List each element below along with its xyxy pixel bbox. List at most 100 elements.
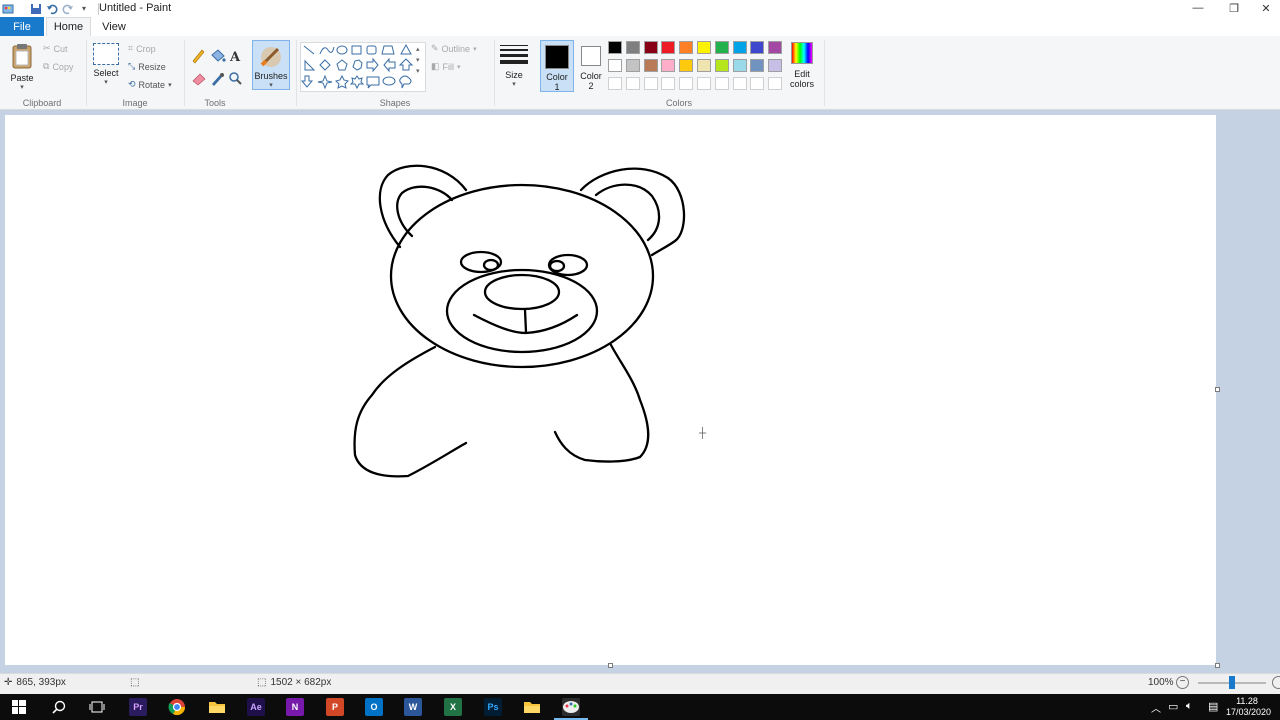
custom-color-slot[interactable] bbox=[732, 77, 747, 90]
color-swatch[interactable] bbox=[608, 59, 622, 72]
color-swatch[interactable] bbox=[732, 59, 747, 72]
color-swatch[interactable] bbox=[768, 59, 783, 72]
restore-button[interactable]: ❐ bbox=[1216, 0, 1252, 16]
rotate-button[interactable]: ⟲ Rotate ▾ bbox=[128, 79, 172, 90]
taskbar-folder-icon[interactable] bbox=[523, 698, 541, 716]
zoom-slider-thumb[interactable] bbox=[1229, 676, 1235, 689]
brushes-button[interactable]: Brushes ▾ bbox=[252, 40, 290, 90]
magnifier-icon[interactable] bbox=[229, 72, 242, 85]
paste-dropdown-icon[interactable]: ▾ bbox=[8, 83, 36, 91]
color-swatch[interactable] bbox=[661, 41, 676, 54]
outline-button[interactable]: ✎ Outline ▾ bbox=[431, 43, 477, 54]
color-swatch[interactable] bbox=[679, 59, 694, 72]
custom-color-slot[interactable] bbox=[661, 77, 676, 90]
resize-handle-right[interactable] bbox=[1215, 387, 1220, 392]
taskbar-after-effects-icon[interactable]: Ae bbox=[247, 698, 265, 716]
select-button[interactable]: Select ▾ bbox=[92, 43, 120, 86]
paste-button[interactable]: Paste ▾ bbox=[8, 42, 36, 91]
crop-button[interactable]: ⌗ Crop bbox=[128, 43, 156, 54]
zoom-out-button[interactable]: − bbox=[1176, 676, 1189, 689]
color-swatch[interactable] bbox=[697, 41, 711, 54]
outline-dropdown-icon[interactable]: ▾ bbox=[473, 45, 477, 53]
resize-handle-bottom[interactable] bbox=[608, 663, 613, 668]
edit-colors-button[interactable]: Edit colors bbox=[788, 42, 816, 89]
shapes-gallery[interactable] bbox=[300, 42, 426, 92]
pencil-icon[interactable] bbox=[192, 49, 205, 64]
taskbar-paint-icon[interactable] bbox=[562, 698, 580, 716]
save-icon[interactable] bbox=[30, 3, 42, 15]
taskbar-word-icon[interactable]: W bbox=[404, 698, 422, 716]
tools-group-label: Tools bbox=[204, 98, 226, 108]
tab-view[interactable]: View bbox=[94, 17, 134, 36]
paint-app-icon[interactable] bbox=[2, 3, 14, 15]
color-swatch[interactable] bbox=[643, 59, 658, 72]
zoom-in-button[interactable] bbox=[1272, 676, 1280, 689]
taskbar-chrome-icon[interactable] bbox=[168, 698, 186, 716]
custom-color-slot[interactable] bbox=[697, 77, 711, 90]
close-button[interactable]: ✕ bbox=[1252, 0, 1280, 16]
custom-color-slot[interactable] bbox=[608, 77, 622, 90]
custom-color-slot[interactable] bbox=[714, 77, 729, 90]
color2-button[interactable]: Color 2 bbox=[576, 40, 606, 92]
color-swatch[interactable] bbox=[768, 41, 783, 54]
custom-color-slot[interactable] bbox=[643, 77, 658, 90]
tab-file[interactable]: File bbox=[0, 17, 44, 36]
text-icon[interactable]: A bbox=[229, 50, 241, 65]
size-dropdown-icon[interactable]: ▾ bbox=[500, 80, 528, 88]
triangle-shape-icon bbox=[400, 43, 412, 55]
tab-home[interactable]: Home bbox=[46, 17, 91, 36]
undo-icon[interactable] bbox=[46, 3, 58, 15]
custom-color-slot[interactable] bbox=[768, 77, 783, 90]
color-swatch[interactable] bbox=[750, 41, 765, 54]
eraser-icon[interactable] bbox=[192, 73, 206, 86]
resize-button[interactable]: ⤡ Resize bbox=[128, 61, 166, 72]
fill-bucket-icon[interactable] bbox=[211, 49, 226, 62]
taskbar-excel-icon[interactable]: X bbox=[444, 698, 462, 716]
color-swatch[interactable] bbox=[625, 59, 640, 72]
taskbar-powerpoint-icon[interactable]: P bbox=[326, 698, 344, 716]
color-swatch[interactable] bbox=[714, 41, 729, 54]
customize-qat-icon[interactable]: ▾ bbox=[78, 3, 90, 15]
shapes-scroll[interactable]: ▴ ▾ ▾ bbox=[416, 44, 424, 77]
custom-color-slot[interactable] bbox=[750, 77, 765, 90]
clock[interactable]: 11.28 17/03/2020 bbox=[1226, 696, 1271, 718]
resize-handle-corner[interactable] bbox=[1215, 663, 1220, 668]
color-swatch[interactable] bbox=[661, 59, 676, 72]
color-swatch[interactable] bbox=[608, 41, 622, 54]
color-picker-icon[interactable] bbox=[212, 73, 224, 86]
color-swatch[interactable] bbox=[714, 59, 729, 72]
taskbar-outlook-icon[interactable]: O bbox=[365, 698, 383, 716]
search-icon[interactable] bbox=[52, 700, 66, 717]
minimize-button[interactable]: — bbox=[1180, 0, 1216, 16]
network-icon[interactable]: ▭ bbox=[1168, 700, 1178, 713]
color-swatch[interactable] bbox=[625, 41, 640, 54]
cut-button[interactable]: ✂ Cut bbox=[43, 43, 68, 54]
chevron-up-icon[interactable]: ︿ bbox=[1151, 700, 1161, 715]
taskbar-onenote-icon[interactable]: N bbox=[286, 698, 304, 716]
custom-color-slot[interactable] bbox=[679, 77, 694, 90]
taskbar-premiere-icon[interactable]: Pr bbox=[129, 698, 147, 716]
redo-icon[interactable] bbox=[62, 3, 74, 15]
volume-icon[interactable]: 🔈︎ bbox=[1186, 700, 1193, 713]
brushes-dropdown-icon[interactable]: ▾ bbox=[253, 81, 289, 89]
rotate-dropdown-icon[interactable]: ▾ bbox=[168, 81, 172, 89]
taskbar-explorer-icon[interactable] bbox=[208, 698, 226, 716]
ribbon-tabs bbox=[0, 17, 1280, 37]
fill-button[interactable]: ◧ Fill ▾ bbox=[431, 61, 461, 72]
color1-button[interactable]: Color 1 bbox=[540, 40, 574, 92]
color-swatch[interactable] bbox=[732, 41, 747, 54]
color-swatch[interactable] bbox=[697, 59, 711, 72]
windows-start-icon[interactable] bbox=[12, 700, 26, 717]
select-dropdown-icon[interactable]: ▾ bbox=[92, 78, 120, 86]
copy-button[interactable]: ⧉ Copy bbox=[43, 61, 73, 72]
custom-color-slot[interactable] bbox=[625, 77, 640, 90]
fill-dropdown-icon[interactable]: ▾ bbox=[457, 63, 461, 71]
color-swatch[interactable] bbox=[750, 59, 765, 72]
notification-icon[interactable]: ▤ bbox=[1208, 700, 1218, 713]
taskbar-photoshop-icon[interactable]: Ps bbox=[484, 698, 502, 716]
task-view-icon[interactable] bbox=[89, 701, 105, 716]
size-button[interactable]: Size ▾ bbox=[500, 44, 528, 88]
color-swatch[interactable] bbox=[679, 41, 694, 54]
color-swatch[interactable] bbox=[643, 41, 658, 54]
drawing-canvas[interactable] bbox=[5, 115, 1216, 665]
